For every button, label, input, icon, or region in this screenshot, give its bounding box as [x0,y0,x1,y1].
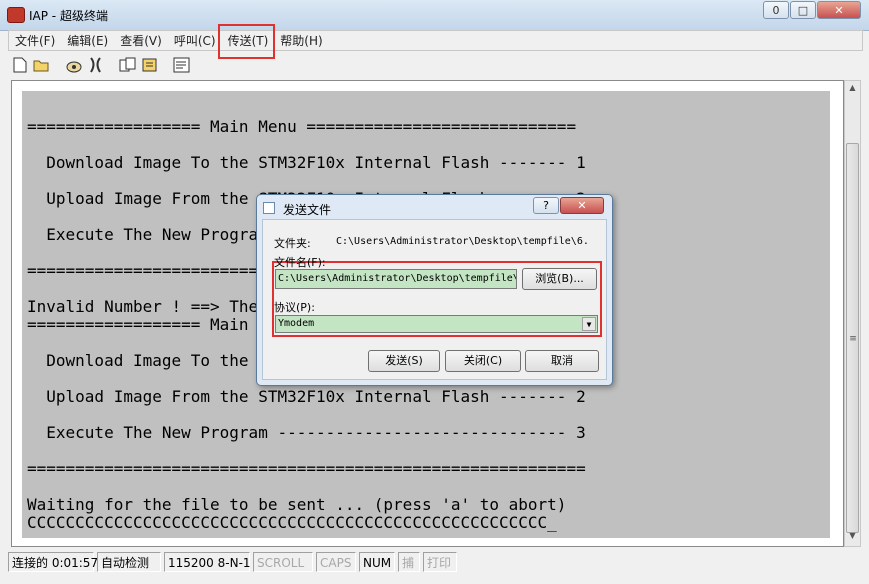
menu-view[interactable]: 查看(V) [114,32,168,49]
folder-value: C:\Users\Administrator\Desktop\tempfile\… [336,236,589,247]
browse-button[interactable]: 浏览(B)... [522,268,597,290]
send-file-dialog: 发送文件 ? ✕ 文件夹: C:\Users\Administrator\Des… [256,194,613,386]
terminal-line: Execute The New Program ----------------… [27,423,586,442]
status-baud: 115200 8-N-1 [164,552,251,572]
terminal-line: CCCCCCCCCCCCCCCCCCCCCCCCCCCCCCCCCCCCCCCC… [27,513,557,532]
menu-file[interactable]: 文件(F) [9,32,61,49]
menu-edit[interactable]: 编辑(E) [61,32,114,49]
menu-help[interactable]: 帮助(H) [274,32,328,49]
dialog-title: 发送文件 [283,203,332,217]
window-title: IAP - 超级终端 [29,9,108,23]
open-icon[interactable] [32,55,52,75]
send-icon[interactable] [118,55,138,75]
filename-input[interactable]: C:\Users\Administrator\Desktop\tempfile\ [275,269,517,289]
title-bar: IAP - 超级终端 0 □ ✕ [0,0,869,31]
close-button[interactable]: ✕ [817,1,861,19]
status-scroll: SCROLL [253,552,313,572]
status-print: 打印 [423,552,457,572]
send-button[interactable]: 发送(S) [368,350,440,372]
vertical-scrollbar[interactable]: ▲ ≡ ▼ [844,80,861,547]
terminal-line: Waiting for the file to be sent ... (pre… [27,495,567,514]
chevron-down-icon[interactable]: ▼ [582,317,596,331]
scroll-grip-icon: ≡ [849,334,857,344]
status-capture: 捕 [398,552,420,572]
status-connected: 连接的 0:01:57 [8,552,98,572]
new-icon[interactable] [10,55,30,75]
disconnect-icon[interactable] [86,55,106,75]
dialog-body: 文件夹: C:\Users\Administrator\Desktop\temp… [262,219,607,380]
dialog-icon [263,202,275,214]
receive-icon[interactable] [140,55,160,75]
terminal-line: ========================================… [27,459,586,478]
dial-icon[interactable] [64,55,84,75]
window-controls: 0 □ ✕ [762,1,861,19]
close-dialog-button[interactable]: 关闭(C) [445,350,521,372]
filename-label: 文件名(F): [274,256,326,269]
menu-call[interactable]: 呼叫(C) [168,32,222,49]
app-icon [7,7,25,23]
menu-bar: 文件(F) 编辑(E) 查看(V) 呼叫(C) 传送(T) 帮助(H) [8,30,863,51]
status-bar: 连接的 0:01:57 自动检测 115200 8-N-1 SCROLL CAP… [8,552,869,574]
terminal-line: Download Image To the STM32F10x Internal… [27,153,586,172]
protocol-select[interactable]: Ymodem ▼ [275,315,598,333]
scroll-thumb[interactable]: ≡ [846,143,859,533]
scroll-up-icon[interactable]: ▲ [847,83,858,97]
status-caps: CAPS [316,552,356,572]
properties-icon[interactable] [172,55,192,75]
dialog-close-icon[interactable]: ✕ [560,197,604,214]
minimize-button[interactable]: 0 [763,1,789,19]
terminal-line: Upload Image From the STM32F10x Internal… [27,387,586,406]
status-num: NUM [359,552,395,572]
toolbar [8,52,861,78]
dialog-help-button[interactable]: ? [533,197,559,214]
scroll-down-icon[interactable]: ▼ [847,531,858,545]
maximize-button[interactable]: □ [790,1,816,19]
cancel-button[interactable]: 取消 [525,350,599,372]
protocol-label: 协议(P): [274,301,315,314]
protocol-value: Ymodem [278,318,315,329]
folder-label: 文件夹: [274,237,311,250]
terminal-line: ================== Main Menu ===========… [27,117,577,136]
status-detect: 自动检测 [97,552,161,572]
